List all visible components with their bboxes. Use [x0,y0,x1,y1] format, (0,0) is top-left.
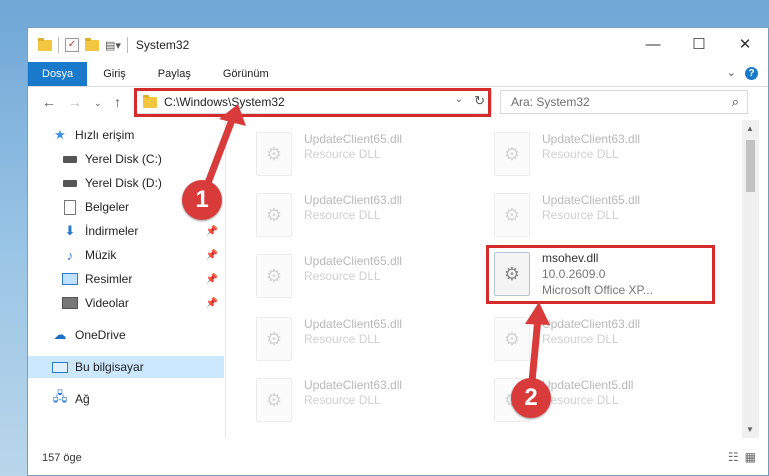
annotation-arrows [199,104,550,396]
arrow-2-head [525,302,550,325]
step-badge-1: 1 [182,180,222,220]
step-badge-2: 2 [511,378,551,418]
